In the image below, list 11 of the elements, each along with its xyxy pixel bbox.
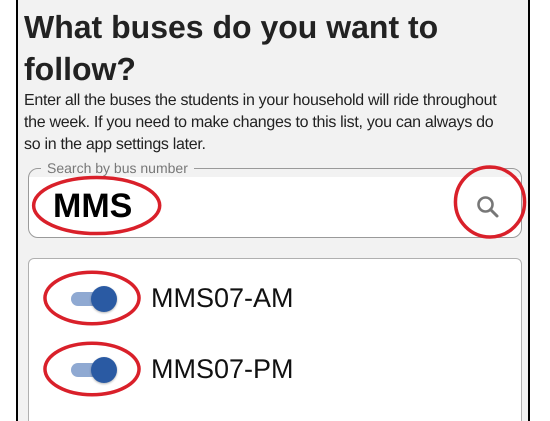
toggle-switch[interactable] xyxy=(69,356,117,382)
search-field[interactable]: Search by bus number MMS xyxy=(28,160,522,238)
search-icon xyxy=(475,194,501,220)
bus-name: MMS07-AM xyxy=(151,283,294,314)
search-button[interactable] xyxy=(475,194,501,220)
instructions-text: Enter all the buses the students in your household will ride throughout the week. If you need to make changes to this list, you can always do so in the app settings later. xyxy=(24,91,498,155)
toggle-switch[interactable] xyxy=(69,286,117,312)
field-label: Search by bus number xyxy=(46,160,189,176)
page-heading: What buses do you want to follow? xyxy=(24,8,440,89)
search-value: MMS xyxy=(53,187,132,225)
bus-name: MMS07-PM xyxy=(151,354,294,385)
